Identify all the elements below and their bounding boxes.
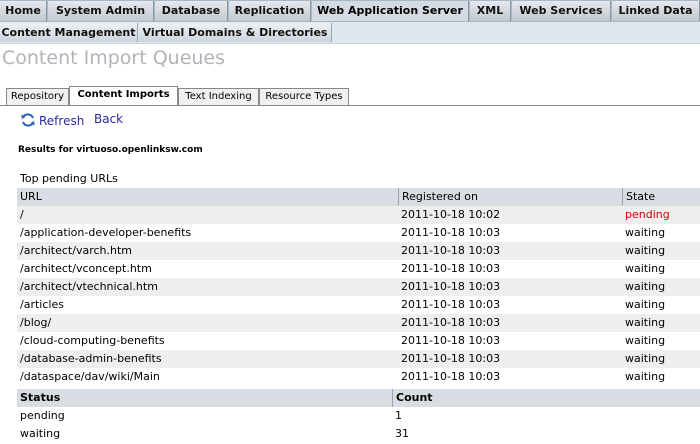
tab-text-indexing[interactable]: Text Indexing xyxy=(178,88,259,105)
row-state: waiting xyxy=(625,298,666,311)
tab-linked-data[interactable]: Linked Data xyxy=(612,1,700,21)
row-url: /cloud-computing-benefits xyxy=(20,334,165,347)
status-row: pending 1 xyxy=(17,407,700,425)
table-row: /dataspace/dav/wiki/Main 2011-10-18 10:0… xyxy=(17,368,700,386)
row-url: /architect/varch.htm xyxy=(20,244,132,257)
row-registered: 2011-10-18 10:03 xyxy=(401,334,501,347)
refresh-link[interactable]: Refresh xyxy=(39,114,84,128)
row-registered: 2011-10-18 10:02 xyxy=(401,208,501,221)
status-header: Status Count xyxy=(17,389,700,407)
table-row: /architect/varch.htm 2011-10-18 10:03 wa… xyxy=(17,242,700,260)
status-label: pending xyxy=(20,409,65,422)
status-row: waiting 31 xyxy=(17,425,700,443)
row-url: /articles xyxy=(20,298,64,311)
page-title: Content Import Queues xyxy=(2,47,226,69)
header-status: Status xyxy=(20,391,61,404)
tab-replication[interactable]: Replication xyxy=(229,1,311,21)
refresh-icon[interactable] xyxy=(20,112,36,128)
row-url: /application-developer-benefits xyxy=(20,226,192,239)
row-url: /architect/vconcept.htm xyxy=(20,262,152,275)
pending-caption: Top pending URLs xyxy=(20,172,118,185)
tab-content-imports[interactable]: Content Imports xyxy=(69,86,178,105)
tab-web-services[interactable]: Web Services xyxy=(512,1,611,21)
header-url: URL xyxy=(20,190,42,203)
table-row: /cloud-computing-benefits 2011-10-18 10:… xyxy=(17,332,700,350)
tab-web-application-server[interactable]: Web Application Server xyxy=(312,1,469,21)
header-count: Count xyxy=(392,389,700,407)
tab-repository[interactable]: Repository xyxy=(6,88,69,105)
row-registered: 2011-10-18 10:03 xyxy=(401,316,501,329)
main-nav: Home System Admin Database Replication W… xyxy=(0,0,700,22)
subtab-content-management[interactable]: Content Management xyxy=(0,23,138,42)
row-state: waiting xyxy=(625,334,666,347)
results-heading: Results for virtuoso.openlinksw.com xyxy=(18,145,203,155)
status-label: waiting xyxy=(20,427,61,440)
row-state: pending xyxy=(625,208,670,221)
row-state: waiting xyxy=(625,370,666,383)
back-link[interactable]: Back xyxy=(94,112,123,126)
row-url: / xyxy=(20,208,24,221)
row-state: waiting xyxy=(625,280,666,293)
row-registered: 2011-10-18 10:03 xyxy=(401,298,501,311)
header-registered: Registered on xyxy=(398,188,622,206)
tab-resource-types[interactable]: Resource Types xyxy=(259,88,349,105)
row-url: /dataspace/dav/wiki/Main xyxy=(20,370,160,383)
status-count: 1 xyxy=(395,409,402,422)
row-state: waiting xyxy=(625,262,666,275)
tab-xml[interactable]: XML xyxy=(470,1,511,21)
row-state: waiting xyxy=(625,352,666,365)
row-state: waiting xyxy=(625,316,666,329)
tab-home[interactable]: Home xyxy=(0,1,47,21)
table-row: /architect/vtechnical.htm 2011-10-18 10:… xyxy=(17,278,700,296)
subtab-virtual-domains[interactable]: Virtual Domains & Directories xyxy=(139,23,332,42)
row-state: waiting xyxy=(625,226,666,239)
inner-tabs: Repository Content Imports Text Indexing… xyxy=(0,86,700,106)
table-row: /architect/vconcept.htm 2011-10-18 10:03… xyxy=(17,260,700,278)
row-url: /architect/vtechnical.htm xyxy=(20,280,158,293)
row-url: /database-admin-benefits xyxy=(20,352,162,365)
status-count: 31 xyxy=(395,427,409,440)
table-header: URL Registered on State xyxy=(17,188,700,207)
row-state: waiting xyxy=(625,244,666,257)
row-registered: 2011-10-18 10:03 xyxy=(401,262,501,275)
header-state: State xyxy=(622,188,700,206)
table-row: /articles 2011-10-18 10:03 waiting xyxy=(17,296,700,314)
table-row: /application-developer-benefits 2011-10-… xyxy=(17,224,700,242)
table-row: / 2011-10-18 10:02 pending xyxy=(17,206,700,224)
row-registered: 2011-10-18 10:03 xyxy=(401,370,501,383)
table-row: /blog/ 2011-10-18 10:03 waiting xyxy=(17,314,700,332)
row-registered: 2011-10-18 10:03 xyxy=(401,352,501,365)
row-registered: 2011-10-18 10:03 xyxy=(401,280,501,293)
sub-nav: Content Management Virtual Domains & Dir… xyxy=(0,22,700,44)
tab-database[interactable]: Database xyxy=(155,1,228,21)
row-registered: 2011-10-18 10:03 xyxy=(401,244,501,257)
row-url: /blog/ xyxy=(20,316,52,329)
row-registered: 2011-10-18 10:03 xyxy=(401,226,501,239)
table-row: /database-admin-benefits 2011-10-18 10:0… xyxy=(17,350,700,368)
tab-system-admin[interactable]: System Admin xyxy=(48,1,154,21)
